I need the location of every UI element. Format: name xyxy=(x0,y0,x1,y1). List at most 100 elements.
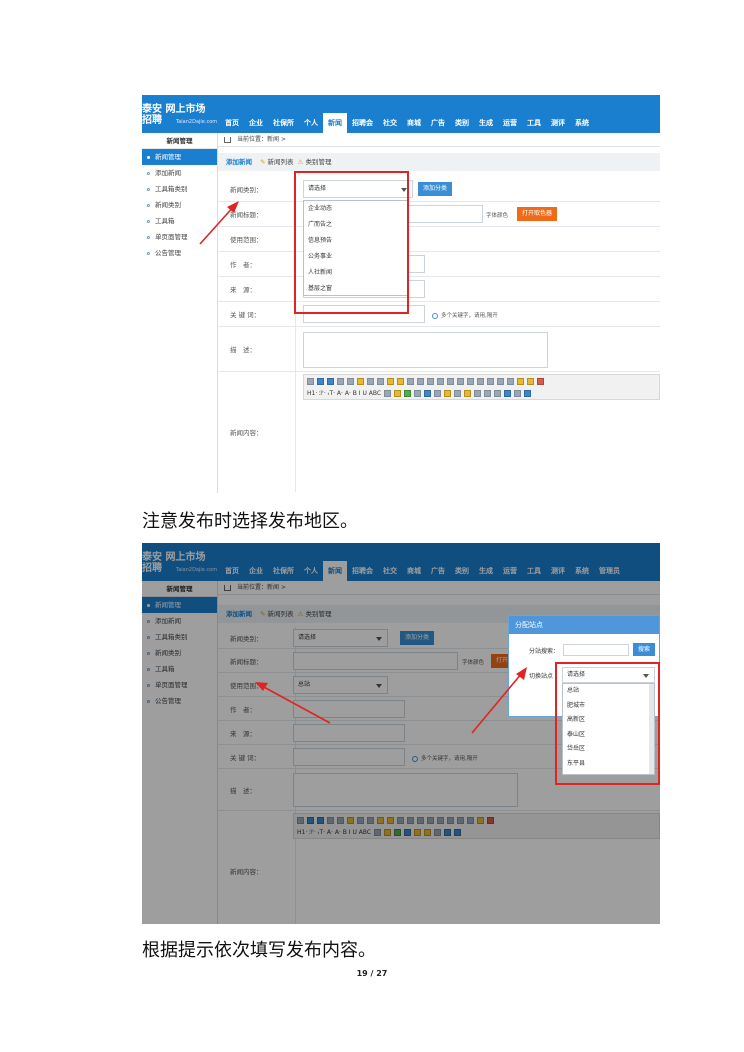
bullet-icon xyxy=(147,187,150,191)
sidebar: 新闻管理 新闻管理 添加新闻 工具箱类别 新闻类别 工具箱 单页面管理 公告管理 xyxy=(142,133,218,493)
toolbar-format-text[interactable]: H1· ℱ· ₜT· A· A· B I U ABC xyxy=(307,390,381,397)
hr-icon[interactable] xyxy=(384,389,392,397)
redo-icon[interactable] xyxy=(327,377,334,385)
row-title: 新闻标题： 字体颜色 打开取色器 xyxy=(218,202,660,227)
label-content: 新闻内容： xyxy=(218,372,296,492)
multi-image-icon[interactable] xyxy=(404,389,412,397)
table-icon[interactable] xyxy=(444,389,452,397)
caption-1: 注意发布时选择发布地区。 xyxy=(142,511,358,532)
emoticon-icon[interactable] xyxy=(464,389,472,397)
outdent-icon[interactable] xyxy=(487,377,494,385)
sidebar-heading: 新闻管理 xyxy=(142,133,217,149)
sidebar-item-news-manage[interactable]: 新闻管理 xyxy=(142,149,217,165)
bullet-icon xyxy=(147,235,150,239)
nav-item[interactable]: 系统 xyxy=(570,113,594,133)
site-logo[interactable]: 泰安 网上市场 招聘 Taian2Dajie.com xyxy=(142,104,220,126)
tab-bar: 添加新闻 ✎ 新闻列表 ⚠ 类别管理 xyxy=(218,153,660,171)
pencil-icon: ✎ xyxy=(260,158,266,166)
nav-item[interactable]: 企业 xyxy=(244,113,268,133)
nav-item[interactable]: 广告 xyxy=(426,113,450,133)
copy-icon[interactable] xyxy=(377,377,384,385)
row-description: 描 述： xyxy=(218,327,660,372)
unordered-list-icon[interactable] xyxy=(467,377,474,385)
row-keywords: 关 键 词： 多个关键字，请用,隔开 xyxy=(218,302,660,327)
preview-icon[interactable] xyxy=(337,377,344,385)
label-scope: 使用范围： xyxy=(218,227,296,251)
cut-icon[interactable] xyxy=(367,377,374,385)
site-search-input[interactable] xyxy=(563,644,629,656)
description-textarea[interactable] xyxy=(303,332,548,368)
nav-item[interactable]: 社保所 xyxy=(268,113,299,133)
screenshot-news-category: 泰安 网上市场 招聘 Taian2Dajie.com 首页 企业 社保所 个人 … xyxy=(142,95,660,493)
row-scope: 使用范围： xyxy=(218,227,660,252)
add-category-button[interactable]: 添加分类 xyxy=(418,182,453,196)
nav-item[interactable]: 招聘会 xyxy=(347,113,378,133)
paste-icon[interactable] xyxy=(387,377,394,385)
paste-text-icon[interactable] xyxy=(397,377,404,385)
nav-item[interactable]: 生成 xyxy=(474,113,498,133)
row-category: 新闻类别： 请选择 添加分类 xyxy=(218,177,660,202)
justify-icon[interactable] xyxy=(447,377,454,385)
link-icon[interactable] xyxy=(504,389,512,397)
nav-item[interactable]: 首页 xyxy=(220,113,244,133)
screenshot-site-assign: 泰安 网上市场 招聘 Taian2Dajie.com 首页 企业 社保所 个人 … xyxy=(142,543,660,924)
superscript-icon[interactable] xyxy=(507,377,514,385)
bullet-icon xyxy=(147,171,150,175)
help-icon[interactable] xyxy=(524,389,532,397)
nav-item[interactable]: 个人 xyxy=(299,113,323,133)
tab-add-news[interactable]: 添加新闻 xyxy=(226,158,252,166)
sidebar-item-notice[interactable]: 公告管理 xyxy=(142,245,217,261)
top-bar: 泰安 网上市场 招聘 Taian2Dajie.com 首页 企业 社保所 个人 … xyxy=(142,95,660,133)
site-search-button[interactable]: 搜索 xyxy=(633,643,656,656)
clear-format-icon[interactable] xyxy=(517,377,524,385)
image-icon[interactable] xyxy=(394,389,402,397)
nav-item[interactable]: 社交 xyxy=(378,113,402,133)
source-icon[interactable] xyxy=(307,377,314,385)
home-icon[interactable] xyxy=(224,136,231,143)
template-icon[interactable] xyxy=(357,377,364,385)
row-content: 新闻内容： H1· ℱ· ₜT· A· A· B I U ABC xyxy=(218,372,660,492)
subscript-icon[interactable] xyxy=(497,377,504,385)
nav-item[interactable]: 运营 xyxy=(498,113,522,133)
nav-item[interactable]: 工具 xyxy=(522,113,546,133)
fullscreen-icon[interactable] xyxy=(537,377,544,385)
anchor-icon[interactable] xyxy=(494,389,502,397)
bullet-icon xyxy=(147,203,150,207)
toolbar-row-2: H1· ℱ· ₜT· A· A· B I U ABC xyxy=(304,387,659,399)
flash-icon[interactable] xyxy=(414,389,422,397)
align-right-icon[interactable] xyxy=(437,377,444,385)
sidebar-item-toolbox[interactable]: 工具箱 xyxy=(142,213,217,229)
media-icon[interactable] xyxy=(424,389,432,397)
special-char-icon[interactable] xyxy=(474,389,482,397)
nav-item-news[interactable]: 新闻 xyxy=(323,113,347,133)
hr2-icon[interactable] xyxy=(454,389,462,397)
sidebar-item-add-news[interactable]: 添加新闻 xyxy=(142,165,217,181)
ordered-list-icon[interactable] xyxy=(457,377,464,385)
info-icon xyxy=(432,312,438,319)
paste-word-icon[interactable] xyxy=(407,377,414,385)
undo-icon[interactable] xyxy=(317,377,324,385)
breadcrumb: 当前位置：新闻 > xyxy=(218,133,660,147)
open-color-picker-button[interactable]: 打开取色器 xyxy=(517,207,558,221)
main-nav: 首页 企业 社保所 个人 新闻 招聘会 社交 商城 广告 类别 生成 运营 工具… xyxy=(220,113,594,133)
label-description: 描 述： xyxy=(218,327,296,371)
print-icon[interactable] xyxy=(347,377,354,385)
row-author: 作 者： xyxy=(218,252,660,277)
indent-icon[interactable] xyxy=(477,377,484,385)
pagebreak-icon[interactable] xyxy=(484,389,492,397)
select-all-icon[interactable] xyxy=(527,377,534,385)
sidebar-item-single-page[interactable]: 单页面管理 xyxy=(142,229,217,245)
nav-item[interactable]: 测评 xyxy=(546,113,570,133)
keywords-hint: 多个关键字，请用,隔开 xyxy=(432,311,498,319)
align-center-icon[interactable] xyxy=(427,377,434,385)
unlink-icon[interactable] xyxy=(514,389,522,397)
label-keywords: 关 键 词： xyxy=(218,302,296,326)
align-left-icon[interactable] xyxy=(417,377,424,385)
nav-item[interactable]: 商城 xyxy=(402,113,426,133)
sidebar-item-toolbox-category[interactable]: 工具箱类别 xyxy=(142,181,217,197)
nav-item[interactable]: 类别 xyxy=(450,113,474,133)
tab-news-list[interactable]: 新闻列表 xyxy=(268,158,294,166)
insert-file-icon[interactable] xyxy=(434,389,442,397)
sidebar-item-news-category[interactable]: 新闻类别 xyxy=(142,197,217,213)
tab-category-manage[interactable]: 类别管理 xyxy=(305,158,331,166)
